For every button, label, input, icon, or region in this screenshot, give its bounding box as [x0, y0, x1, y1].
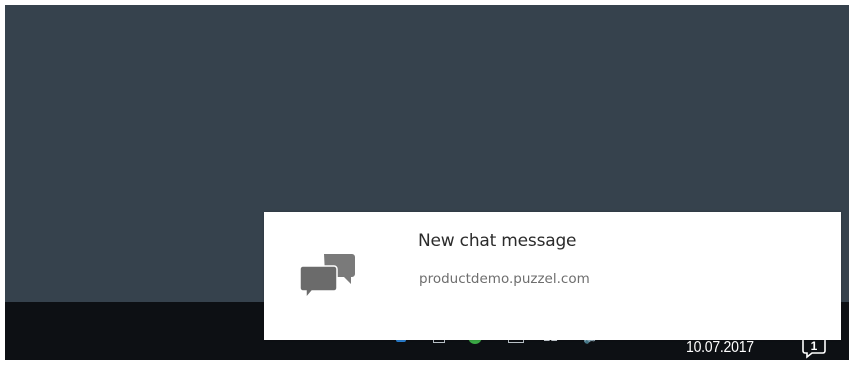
chat-bubbles-icon — [299, 252, 358, 302]
screenshot-frame: 1L 🔈 10.07.2017 1 New chat message produ… — [0, 0, 854, 365]
notification-source: productdemo.puzzel.com — [419, 271, 590, 287]
taskbar-clock-date[interactable]: 10.07.2017 — [686, 339, 754, 357]
notification-title: New chat message — [418, 231, 577, 251]
notification-count: 1 — [811, 339, 818, 353]
